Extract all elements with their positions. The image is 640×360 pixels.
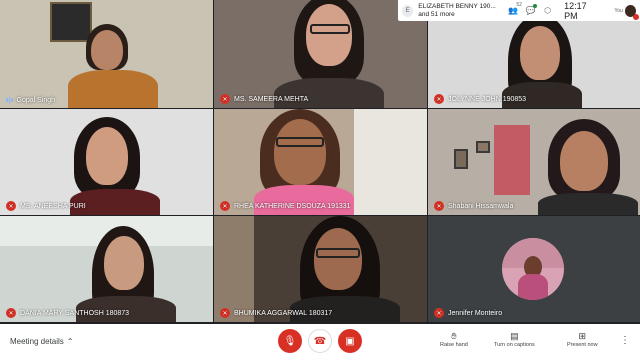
video-feed xyxy=(214,0,427,108)
participant-name: Gopal Singh xyxy=(16,96,56,104)
chat-icon[interactable]: 💬 xyxy=(524,3,538,18)
meeting-details-button[interactable]: Meeting details ⌃ xyxy=(10,337,74,346)
user-initial-avatar: E xyxy=(402,4,414,17)
video-off-placeholder xyxy=(428,216,640,322)
more-vert-icon[interactable]: ⋮ xyxy=(620,335,630,346)
speaking-indicator-icon xyxy=(6,96,13,104)
raise-hand-label: Raise hand xyxy=(440,342,468,348)
present-icon: ⊞ xyxy=(578,331,587,341)
mic-off-icon: ✕ xyxy=(220,201,230,211)
wall-frame xyxy=(50,2,92,42)
mic-off-icon: ✕ xyxy=(220,308,230,318)
participant-name: MS. ANEESHA PURI xyxy=(20,202,86,210)
clock: 12:17 PM xyxy=(564,0,587,21)
participant-tile[interactable]: Gopal Singh xyxy=(0,0,213,108)
participant-tile[interactable]: ✕ MS. ANEESHA PURI xyxy=(0,109,213,215)
mic-off-icon: ✕ xyxy=(434,308,444,318)
raise-hand-button[interactable]: ✋︎ Raise hand xyxy=(440,330,468,348)
people-count: 52 xyxy=(516,1,522,8)
meeting-details-label: Meeting details xyxy=(10,337,64,346)
participant-name: BHUMIKA AGGARWAL 180317 xyxy=(234,309,333,317)
participant-tile[interactable]: ✕ Shabani Hissamwala xyxy=(428,109,640,215)
activities-icon[interactable]: ⬡ xyxy=(541,4,554,18)
mic-off-icon: ✕ xyxy=(6,308,16,318)
mic-off-icon: ✕ xyxy=(6,201,16,211)
participant-name-tag: ✕ MS. SAMEERA MEHTA xyxy=(220,94,308,104)
video-feed xyxy=(214,216,427,322)
captions-icon: ▤ xyxy=(510,331,519,341)
join-notification-bar: E ELIZABETH BENNY 190... and 51 more 👥 52… xyxy=(398,0,640,21)
join-notification-text: ELIZABETH BENNY 190... and 51 more xyxy=(418,3,502,19)
self-mic-off-badge xyxy=(633,13,640,20)
participant-name-tag: ✕ RHEA KATHERINE DSOUZA 191331 xyxy=(220,201,351,211)
participant-name: Jennifer Monteiro xyxy=(448,309,503,317)
participant-name-tag: ✕ Jennifer Monteiro xyxy=(434,308,502,318)
video-feed xyxy=(0,216,213,322)
participant-name: DANIA MARY SANTHOSH 180873 xyxy=(20,309,130,317)
video-grid: Gopal Singh ✕ MS. SAMEERA MEHTA ✕ JOLYNN… xyxy=(0,0,640,324)
participant-tile[interactable]: ✕ DANIA MARY SANTHOSH 180873 xyxy=(0,216,213,322)
meeting-controls-bar: Meeting details ⌃ 🎙︎ ☎︎ ▣ ✋︎ Raise hand … xyxy=(0,324,640,360)
chevron-up-icon: ⌃ xyxy=(66,337,74,346)
participant-name: Shabani Hissamwala xyxy=(448,202,514,210)
video-feed xyxy=(0,109,213,215)
self-label: You xyxy=(614,7,623,14)
participant-tile[interactable]: ✕ Jennifer Monteiro xyxy=(428,216,640,322)
people-icon[interactable]: 👥 52 xyxy=(507,1,522,18)
camera-off-icon: ▣ xyxy=(345,335,355,347)
notification-line-2: and 51 more xyxy=(418,10,455,18)
video-feed xyxy=(428,109,640,215)
mic-off-icon: ✕ xyxy=(220,94,230,104)
captions-label: Turn on captions xyxy=(494,342,535,348)
participant-name: MS. SAMEERA MEHTA xyxy=(234,95,309,103)
self-avatar[interactable] xyxy=(624,4,640,20)
participant-tile[interactable]: ✕ BHUMIKA AGGARWAL 180317 xyxy=(214,216,427,322)
participant-name-tag: ✕ DANIA MARY SANTHOSH 180873 xyxy=(6,308,129,318)
participant-name: RHEA KATHERINE DSOUZA 191331 xyxy=(234,202,351,210)
video-feed xyxy=(0,0,213,108)
mic-off-icon: 🎙︎ xyxy=(283,335,297,347)
mic-off-icon: ✕ xyxy=(434,201,444,211)
participant-name: JOLYNNE JOHN 190853 xyxy=(448,95,527,103)
participant-name-tag: Gopal Singh xyxy=(6,96,55,104)
avatar xyxy=(502,238,564,300)
camera-toggle-button[interactable]: ▣ xyxy=(338,329,362,353)
hangup-icon: ☎︎ xyxy=(313,335,327,347)
video-feed xyxy=(214,109,427,215)
hand-icon: ✋︎ xyxy=(451,331,457,341)
mic-off-icon: ✕ xyxy=(434,94,444,104)
chat-badge xyxy=(533,3,538,8)
microphone-toggle-button[interactable]: 🎙︎ xyxy=(278,329,302,353)
leave-call-button[interactable]: ☎︎ xyxy=(308,329,332,353)
participant-name-tag: ✕ JOLYNNE JOHN 190853 xyxy=(434,94,526,104)
participant-tile[interactable]: ✕ MS. SAMEERA MEHTA xyxy=(214,0,427,108)
present-label: Present now xyxy=(567,342,598,348)
notification-line-1: ELIZABETH BENNY 190... xyxy=(418,2,496,10)
present-now-button[interactable]: ⊞ Present now xyxy=(567,330,598,348)
captions-button[interactable]: ▤ Turn on captions xyxy=(494,330,535,348)
participant-name-tag: ✕ Shabani Hissamwala xyxy=(434,201,513,211)
participant-tile[interactable]: ✕ RHEA KATHERINE DSOUZA 191331 xyxy=(214,109,427,215)
participant-name-tag: ✕ BHUMIKA AGGARWAL 180317 xyxy=(220,308,332,318)
participant-name-tag: ✕ MS. ANEESHA PURI xyxy=(6,201,86,211)
